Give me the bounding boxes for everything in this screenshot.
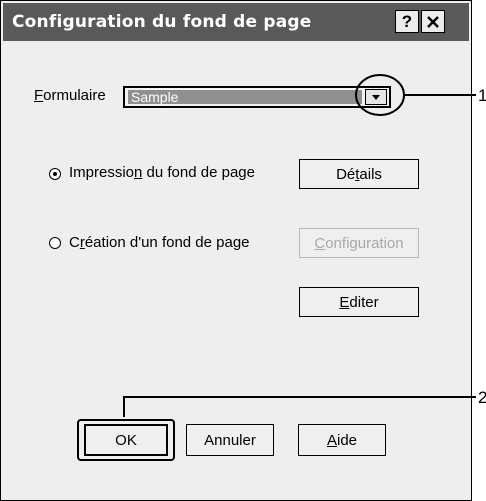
help-button[interactable]: ? (395, 10, 419, 33)
configuration-button[interactable]: Configuration (299, 228, 419, 258)
help-icon: ? (401, 11, 413, 31)
ok-button[interactable]: OK (84, 424, 168, 456)
aide-button[interactable]: Aide (298, 424, 386, 456)
dropdown-arrow-button[interactable] (365, 89, 387, 105)
details-button[interactable]: Dé t ails (299, 159, 419, 189)
radio-creation-label: Création d'un fond de page (69, 234, 250, 251)
annuler-button[interactable]: Annuler (186, 424, 274, 456)
formulaire-dropdown[interactable]: Sample (123, 86, 391, 108)
close-icon (427, 15, 439, 28)
close-button[interactable] (421, 10, 445, 33)
radio-creation[interactable] (49, 237, 61, 249)
dialog-window: Configuration du fond de page ? Formulai… (0, 0, 472, 501)
title-bar: Configuration du fond de page ? (3, 3, 469, 41)
formulaire-selected-value: Sample (128, 90, 362, 104)
callout-2-number: 2 (478, 388, 486, 407)
radio-impression-label: Impression du fond de page (69, 164, 255, 181)
formulaire-label: Formulaire (34, 87, 106, 104)
callout-1-number: 1 (478, 86, 486, 105)
dialog-body: Formulaire Sample Impression du fond de … (3, 41, 469, 498)
radio-impression[interactable] (49, 168, 61, 180)
editer-button[interactable]: Editer (299, 287, 419, 317)
dialog-title: Configuration du fond de page (12, 12, 312, 32)
